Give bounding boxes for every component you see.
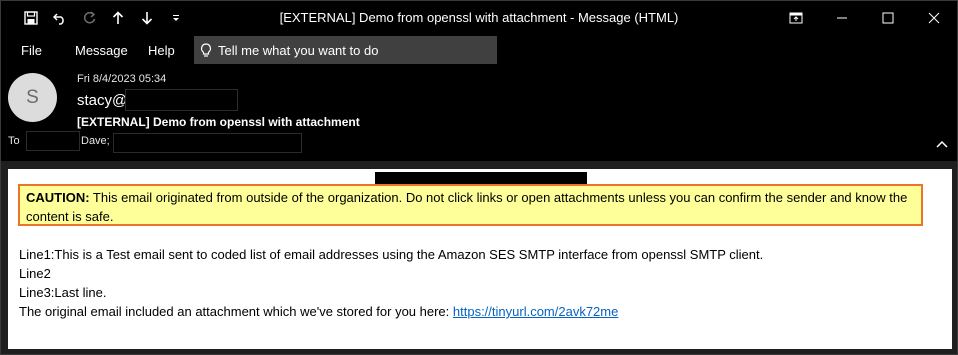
close-icon[interactable] xyxy=(911,1,957,35)
to-label: To xyxy=(8,135,20,147)
caution-banner: CAUTION: This email originated from outs… xyxy=(18,184,923,226)
lightbulb-icon xyxy=(200,42,212,57)
menu-message[interactable]: Message xyxy=(75,43,128,58)
restore-ribbon-icon[interactable] xyxy=(773,1,819,35)
body-line-3: Line3:Last line. xyxy=(19,285,107,300)
maximize-icon[interactable] xyxy=(865,1,911,35)
collapse-header-icon[interactable] xyxy=(935,137,949,151)
sender-redaction xyxy=(125,89,238,111)
title-bar: [EXTERNAL] Demo from openssl with attach… xyxy=(1,1,957,35)
menu-file[interactable]: File xyxy=(21,43,42,58)
message-body: CAUTION: This email originated from outs… xyxy=(8,169,952,349)
recipient-redaction-2 xyxy=(113,133,302,153)
menu-help[interactable]: Help xyxy=(148,43,175,58)
recipient-name[interactable]: Dave; xyxy=(81,135,110,147)
sender-name[interactable]: stacy@ xyxy=(77,92,127,109)
tell-me-search[interactable]: Tell me what you want to do xyxy=(194,36,497,64)
body-line-4: The original email included an attachmen… xyxy=(19,304,618,319)
attachment-link[interactable]: https://tinyurl.com/2avk72me xyxy=(453,304,618,319)
avatar: S xyxy=(8,73,57,122)
body-line-4-text: The original email included an attachmen… xyxy=(19,304,453,319)
message-subject: [EXTERNAL] Demo from openssl with attach… xyxy=(77,115,360,129)
minimize-icon[interactable] xyxy=(819,1,865,35)
body-line-2: Line2 xyxy=(19,266,51,281)
body-redaction xyxy=(375,172,587,184)
sent-date: Fri 8/4/2023 05:34 xyxy=(77,73,167,85)
caution-text: This email originated from outside of th… xyxy=(26,190,908,224)
caution-label: CAUTION: xyxy=(26,190,90,205)
tell-me-placeholder: Tell me what you want to do xyxy=(218,42,379,58)
recipient-redaction xyxy=(26,131,80,151)
message-window: [EXTERNAL] Demo from openssl with attach… xyxy=(0,0,958,355)
body-line-1: Line1:This is a Test email sent to coded… xyxy=(19,247,764,262)
